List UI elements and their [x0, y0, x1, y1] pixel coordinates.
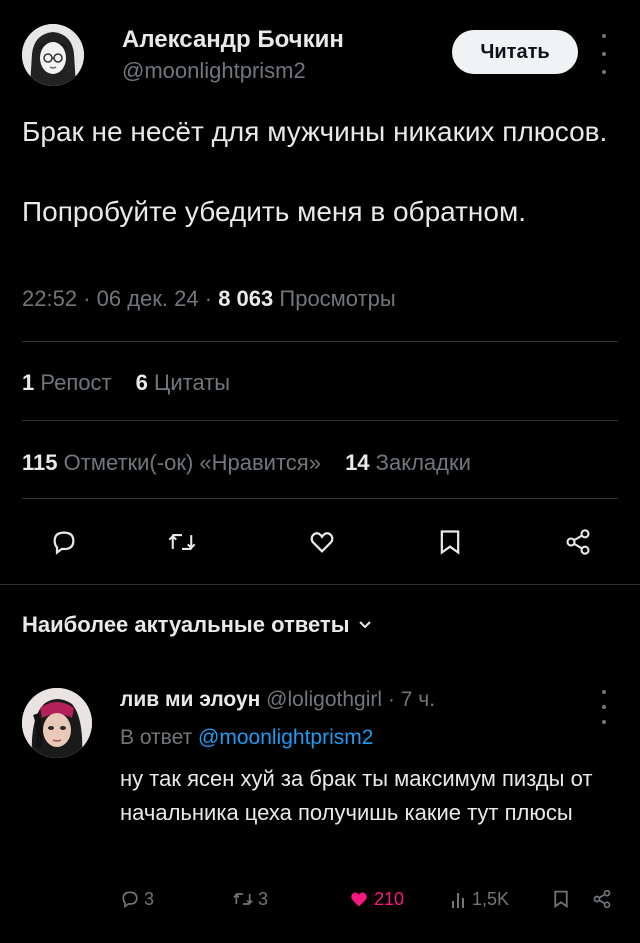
comment-icon[interactable] — [42, 520, 86, 564]
reply-like-button[interactable]: 210 — [348, 884, 404, 914]
reply-retweet-count: 3 — [258, 888, 269, 909]
more-options-icon[interactable] — [596, 34, 612, 74]
reply-to-prefix: В ответ — [120, 726, 193, 749]
reply-comment-button[interactable]: 3 — [120, 884, 154, 914]
reply-header: лив ми элоун @loligothgirl · 7 ч. — [120, 688, 435, 712]
follow-button[interactable]: Читать — [452, 30, 578, 74]
author-avatar-illustration — [22, 24, 84, 86]
reply-author-name[interactable]: лив ми элоун — [120, 688, 260, 711]
share-icon[interactable] — [556, 520, 600, 564]
divider — [0, 584, 640, 585]
retweet-icon[interactable] — [160, 520, 204, 564]
divider — [22, 420, 618, 421]
comment-icon — [122, 891, 138, 909]
share-icon — [593, 889, 611, 909]
sort-label: Наиболее актуальные ответы — [22, 612, 350, 637]
post-time[interactable]: 22:52 — [22, 286, 77, 311]
author-handle[interactable]: @moonlightprism2 — [122, 58, 306, 84]
author-name[interactable]: Александр Бочкин — [122, 26, 344, 54]
post-text-line-2: Попробуйте убедить меня в обратном. — [22, 196, 526, 227]
reply-views-count: 1,5K — [472, 888, 510, 909]
reply-views-button[interactable]: 1,5K — [450, 884, 509, 914]
views-chart-icon — [452, 893, 464, 908]
heart-filled-icon — [351, 892, 367, 907]
reply-avatar[interactable] — [22, 688, 92, 758]
post-meta: 22:52 · 06 дек. 24 · 8 063 Просмотры — [22, 286, 396, 312]
reply-comment-count: 3 — [144, 888, 155, 909]
bookmark-icon[interactable] — [428, 520, 472, 564]
post-date[interactable]: 06 дек. 24 — [97, 286, 199, 311]
post-actions-bar — [0, 520, 640, 564]
retweet-icon — [233, 893, 253, 905]
reply-time[interactable]: 7 ч. — [401, 688, 435, 711]
reply-avatar-photo — [22, 688, 92, 758]
reply-retweet-button[interactable]: 3 — [232, 884, 268, 914]
reply-text: ну так ясен хуй за брак ты максимум пизд… — [120, 766, 593, 825]
divider — [22, 498, 618, 499]
divider — [22, 341, 618, 342]
reply-like-count: 210 — [374, 888, 405, 909]
reply-actions-bar: 3 3 210 1,5K — [120, 884, 620, 914]
heart-icon[interactable] — [300, 520, 344, 564]
reply-more-options-icon[interactable] — [596, 690, 612, 724]
meta-separator: · — [83, 286, 91, 311]
reply-share-button[interactable] — [592, 884, 612, 914]
reply-to-line: В ответ @moonlightprism2 — [120, 726, 373, 750]
views-count[interactable]: 8 063 — [218, 286, 273, 311]
reply-separator: · — [387, 688, 395, 711]
reply-bookmark-button[interactable] — [552, 884, 570, 914]
meta-separator: · — [204, 286, 213, 311]
likes-stat[interactable]: 115 Отметки(-ок) «Нравится» — [22, 450, 321, 475]
author-avatar[interactable] — [22, 24, 84, 86]
bookmark-icon — [554, 890, 568, 909]
views-label[interactable]: Просмотры — [279, 286, 395, 311]
reply-author-handle[interactable]: @loligothgirl — [266, 688, 382, 711]
reposts-quotes-row: 1 Репост 6 Цитаты — [22, 370, 248, 396]
chevron-down-icon — [359, 621, 372, 629]
post-header: Александр Бочкин @moonlightprism2 Читать — [22, 22, 622, 86]
bookmarks-stat[interactable]: 14 Закладки — [345, 450, 471, 475]
reply-item[interactable]: лив ми элоун @loligothgirl · 7 ч. В отве… — [22, 684, 622, 924]
post-text: Брак не несёт для мужчины никаких плюсов… — [22, 112, 622, 232]
quotes-stat[interactable]: 6 Цитаты — [136, 370, 230, 395]
likes-bookmarks-row: 115 Отметки(-ок) «Нравится» 14 Закладки — [22, 450, 489, 476]
post-text-line-1: Брак не несёт для мужчины никаких плюсов… — [22, 116, 608, 147]
reposts-stat[interactable]: 1 Репост — [22, 370, 112, 395]
replies-sort-dropdown[interactable]: Наиболее актуальные ответы — [22, 612, 373, 638]
reply-to-handle[interactable]: @moonlightprism2 — [198, 726, 373, 749]
